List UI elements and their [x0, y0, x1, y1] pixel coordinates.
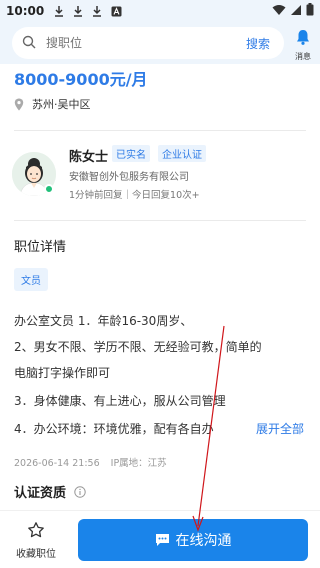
location-text: 苏州·吴中区 [32, 98, 91, 111]
search-input[interactable] [46, 36, 246, 50]
online-chat-button[interactable]: 在线沟通 [78, 519, 308, 561]
job-detail-content[interactable]: 8000-9000元/月 苏州·吴中区 陈女士 已实名 企业认证 安徽智创外包服… [0, 64, 320, 510]
status-time: 10:00 [6, 4, 45, 18]
description-line: 电脑打字操作即可 [14, 366, 111, 380]
star-icon [27, 521, 45, 543]
post-meta: 2026-06-14 21:56 IP属地：江苏 [14, 455, 175, 469]
divider [14, 220, 306, 221]
job-category-tag: 文员 [14, 268, 48, 291]
divider [14, 130, 306, 131]
online-status-dot [44, 184, 54, 194]
recruiter-activity: 1分钟前回复｜今日回复10次+ [69, 190, 200, 201]
job-location: 苏州·吴中区 [14, 96, 91, 112]
info-icon[interactable] [74, 485, 86, 498]
description-line: 2、男女不限、学历不限、无经验可教，简单的 [14, 340, 262, 354]
recruiter-name: 陈女士 [69, 150, 109, 165]
bottom-action-bar: 收藏职位 在线沟通 [0, 510, 320, 568]
certification-title: 认证资质 [14, 486, 67, 501]
recruiter-card[interactable]: 陈女士 已实名 企业认证 安徽智创外包服务有限公司 1分钟前回复｜今日回复10次… [12, 144, 308, 214]
a-box-icon [109, 4, 123, 18]
ip-location: IP属地：江苏 [110, 458, 167, 469]
battery-icon [306, 3, 314, 19]
signal-icon [290, 4, 302, 19]
section-title-details: 职位详情 [14, 240, 67, 255]
status-bar: 10:00 [0, 0, 320, 22]
company-certified-badge: 企业认证 [158, 145, 206, 162]
post-date: 2026-06-14 21:56 [14, 458, 100, 469]
search-bar[interactable]: 搜索 [12, 27, 284, 59]
description-line: 办公室文员 1．年龄16-30周岁、 [14, 314, 193, 328]
search-icon [22, 35, 38, 51]
verified-badge: 已实名 [112, 145, 150, 162]
messages-button[interactable]: 消息 [290, 28, 316, 62]
download-icon [90, 4, 104, 18]
favorite-button[interactable]: 收藏职位 [12, 521, 60, 560]
wifi-icon [272, 4, 286, 19]
online-chat-label: 在线沟通 [175, 533, 232, 549]
top-header: 搜索 消息 [0, 22, 320, 64]
recruiter-company: 安徽智创外包服务有限公司 [69, 172, 189, 183]
location-pin-icon [14, 98, 24, 111]
download-icon [71, 4, 85, 18]
search-button[interactable]: 搜索 [246, 35, 270, 52]
favorite-label: 收藏职位 [16, 549, 56, 560]
messages-label: 消息 [295, 52, 311, 61]
chat-bubble-icon [155, 533, 170, 547]
bell-icon [294, 28, 312, 50]
salary: 8000-9000元/月 [14, 70, 148, 89]
download-icon [52, 4, 66, 18]
certification-section: 认证资质 [14, 482, 86, 501]
description-line: 3．身体健康、有上进心，服从公司管理 [14, 394, 226, 408]
expand-all-link[interactable]: 展开全部 [252, 420, 305, 437]
